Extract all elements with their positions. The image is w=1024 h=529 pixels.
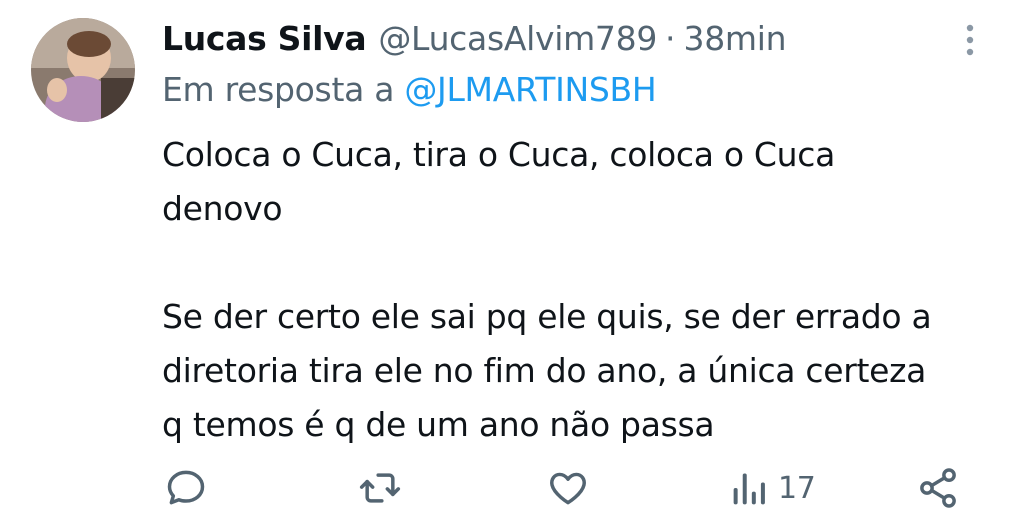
avatar[interactable] [31, 18, 135, 122]
tweet-card[interactable]: Lucas Silva @LucasAlvim789 · 38min Em re… [0, 0, 1024, 529]
tweet-text-line: denovo [162, 189, 283, 228]
speech-bubble-icon [164, 466, 208, 510]
reply-mention-link[interactable]: @JLMARTINSBH [404, 70, 656, 109]
reply-button[interactable] [164, 463, 208, 513]
share-button[interactable] [916, 463, 960, 513]
reply-context: Em resposta a @JLMARTINSBH [162, 70, 657, 109]
bar-chart-icon [730, 466, 770, 510]
tweet-text-line: q temos é q de um ano não passa [162, 405, 715, 444]
views-count: 17 [778, 470, 816, 506]
tweet-text-line: Se der certo ele sai pq ele quis, se der… [162, 297, 932, 336]
tweet-header: Lucas Silva @LucasAlvim789 · 38min [162, 16, 787, 60]
like-button[interactable] [546, 463, 590, 513]
author-handle[interactable]: @LucasAlvim789 [378, 19, 657, 58]
tweet-text-line: Coloca o Cuca, tira o Cuca, coloca o Cuc… [162, 135, 836, 174]
heart-icon [546, 466, 590, 510]
retweet-arrows-icon [358, 466, 402, 510]
share-nodes-icon [916, 466, 960, 510]
action-bar: 17 [162, 463, 962, 513]
author-name[interactable]: Lucas Silva [162, 19, 367, 58]
tweet-text-line: diretoria tira ele no fim do ano, a únic… [162, 351, 927, 390]
reply-prefix: Em resposta a [162, 70, 395, 109]
retweet-button[interactable] [358, 463, 402, 513]
more-options-icon[interactable] [958, 22, 982, 58]
views-button[interactable]: 17 [730, 463, 816, 513]
tweet-text: Coloca o Cuca, tira o Cuca, coloca o Cuc… [162, 128, 1002, 452]
header-separator: · [665, 18, 676, 58]
timestamp[interactable]: 38min [684, 19, 787, 58]
